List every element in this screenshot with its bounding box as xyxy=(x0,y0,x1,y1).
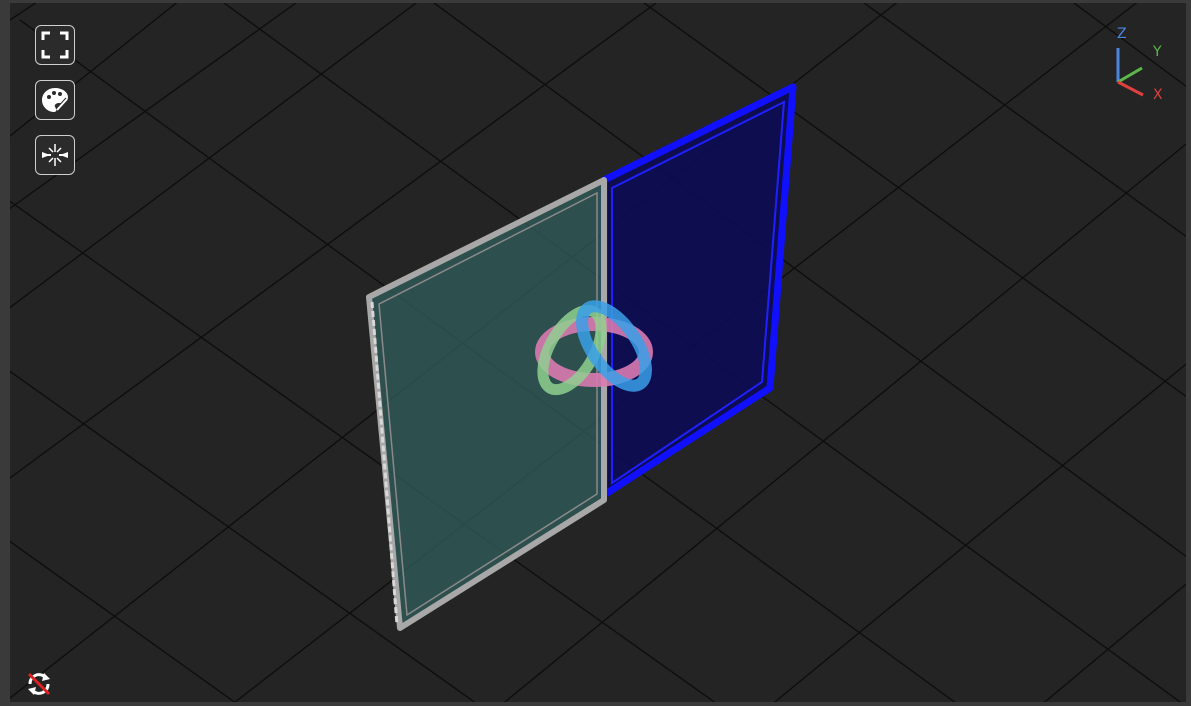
fullscreen-icon xyxy=(41,31,69,59)
y-axis-label: Y xyxy=(1152,44,1162,60)
fullscreen-button[interactable] xyxy=(35,25,75,65)
scene-canvas[interactable]: Z Y X xyxy=(0,0,1191,706)
x-axis-label: X xyxy=(1153,87,1163,103)
center-focus-icon xyxy=(42,144,68,166)
z-axis-label: Z xyxy=(1117,26,1127,42)
3d-viewport[interactable]: Z Y X xyxy=(0,0,1191,706)
center-focus-button[interactable] xyxy=(35,135,75,175)
paint-button[interactable] xyxy=(35,80,75,120)
sync-disabled-icon[interactable] xyxy=(24,669,54,699)
palette-brush-icon xyxy=(42,88,69,112)
